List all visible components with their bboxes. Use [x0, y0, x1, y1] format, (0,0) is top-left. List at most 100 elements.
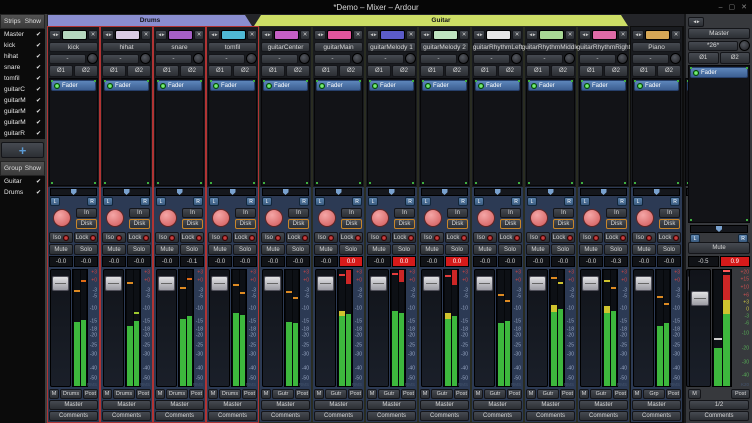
narrow-strip-icon[interactable]: ◄► [314, 30, 326, 40]
record-arm-button[interactable] [583, 209, 601, 227]
output-button[interactable]: Master [473, 400, 522, 410]
solo-lock-button[interactable]: Lock [180, 232, 204, 243]
pan-handle[interactable] [230, 189, 236, 195]
phase-invert-2-button[interactable]: Ø2 [445, 65, 469, 77]
solo-isolate-button[interactable]: Iso [579, 232, 603, 243]
midi-button[interactable]: M [579, 389, 589, 399]
sidebar-strip-row[interactable]: tomfil✔ [0, 73, 45, 84]
group-visible-checkbox[interactable]: ✔ [36, 189, 41, 196]
fader-handle[interactable] [52, 276, 69, 291]
solo-button[interactable]: Solo [286, 244, 310, 255]
fader-handle[interactable] [317, 276, 334, 291]
metering-point-button[interactable]: Post [731, 389, 750, 399]
track-name-button[interactable]: tomfil [208, 42, 257, 52]
narrow-strip-icon[interactable]: ◄► [473, 30, 485, 40]
fader[interactable] [209, 269, 230, 387]
strip-visible-checkbox[interactable]: ✔ [36, 53, 41, 60]
processor-box[interactable]: Fader [261, 78, 310, 186]
phase-invert-2-button[interactable]: Ø2 [498, 65, 522, 77]
input-button[interactable]: - [632, 54, 669, 64]
record-arm-button[interactable] [636, 209, 654, 227]
metering-point-button[interactable]: Post [507, 389, 522, 399]
solo-lock-button[interactable]: Lock [74, 232, 98, 243]
fader-processor-entry[interactable]: Fader [634, 80, 679, 91]
phase-invert-1-button[interactable]: Ø1 [261, 65, 285, 77]
processor-box[interactable]: Fader [526, 78, 575, 186]
fader-handle[interactable] [582, 276, 599, 291]
minimize-icon[interactable]: – [719, 4, 723, 11]
pan-track[interactable] [103, 188, 150, 196]
monitor-input-button[interactable]: In [235, 208, 256, 218]
group-button[interactable]: Gutr [590, 389, 612, 399]
fader-processor-entry[interactable]: Fader [51, 80, 96, 91]
monitor-disk-button[interactable]: Disk [659, 219, 680, 229]
phase-invert-1-button[interactable]: Ø1 [314, 65, 338, 77]
monitor-input-button[interactable]: In [606, 208, 627, 218]
close-strip-icon[interactable]: ✕ [671, 30, 681, 40]
solo-lock-button[interactable]: Lock [392, 232, 416, 243]
peak-display[interactable]: 0.0 [445, 256, 469, 267]
processor-active-led[interactable] [266, 83, 272, 89]
master-input-button[interactable]: *26* [688, 41, 738, 51]
mute-button[interactable]: Mute [526, 244, 550, 255]
pan-handle[interactable] [548, 189, 554, 195]
pan-track[interactable] [262, 188, 309, 196]
track-color-chip[interactable] [327, 30, 352, 40]
phase-invert-1-button[interactable]: Ø1 [155, 65, 179, 77]
monitor-disk-button[interactable]: Disk [553, 219, 574, 229]
processor-active-led[interactable] [531, 83, 537, 89]
solo-lock-button[interactable]: Lock [445, 232, 469, 243]
track-name-button[interactable]: guitarCenter [261, 42, 310, 52]
phase-invert-2-button[interactable]: Ø2 [74, 65, 98, 77]
track-name-button[interactable]: guitarMelody 2 [420, 42, 469, 52]
sidebar-strip-row[interactable]: guitarM✔ [0, 106, 45, 117]
processor-active-led[interactable] [425, 83, 431, 89]
mute-button[interactable]: Mute [632, 244, 656, 255]
fader-processor-entry[interactable]: Fader [475, 80, 520, 91]
processor-box[interactable]: Fader [473, 78, 522, 186]
peak-display[interactable]: -0.0 [286, 256, 310, 267]
mute-button[interactable]: Mute [420, 244, 444, 255]
fader[interactable] [633, 269, 654, 387]
midi-button[interactable]: M [208, 389, 218, 399]
mute-button[interactable]: Mute [473, 244, 497, 255]
processor-box[interactable]: Fader [49, 78, 98, 186]
trim-knob[interactable] [458, 53, 469, 64]
peak-display[interactable]: -0.3 [604, 256, 628, 267]
record-arm-button[interactable] [477, 209, 495, 227]
track-color-chip[interactable] [168, 30, 193, 40]
monitor-disk-button[interactable]: Disk [129, 219, 150, 229]
fader-handle[interactable] [423, 276, 440, 291]
trim-knob[interactable] [246, 53, 257, 64]
peak-display[interactable]: -0.0 [657, 256, 681, 267]
fader-processor-entry[interactable]: Fader [690, 67, 748, 78]
strip-visible-checkbox[interactable]: ✔ [36, 119, 41, 126]
narrow-strip-icon[interactable]: ◄► [49, 30, 61, 40]
fader-handle[interactable] [691, 291, 709, 306]
monitor-input-button[interactable]: In [659, 208, 680, 218]
output-button[interactable]: Master [155, 400, 204, 410]
sidebar-strip-row[interactable]: snare✔ [0, 62, 45, 73]
sidebar-strip-row[interactable]: guitarR✔ [0, 128, 45, 139]
solo-button[interactable]: Solo [339, 244, 363, 255]
pan-track[interactable] [421, 188, 468, 196]
gain-display[interactable]: -0.0 [155, 256, 179, 267]
solo-isolate-button[interactable]: Iso [367, 232, 391, 243]
output-button[interactable]: Master [49, 400, 98, 410]
group-button[interactable]: Grp [643, 389, 665, 399]
pan-track[interactable] [690, 225, 748, 233]
narrow-strip-icon[interactable]: ◄► [102, 30, 114, 40]
narrow-strip-icon[interactable]: ◄► [367, 30, 379, 40]
pan-track[interactable] [633, 188, 680, 196]
phase-invert-1-button[interactable]: Ø1 [632, 65, 656, 77]
fader-handle[interactable] [105, 276, 122, 291]
group-button[interactable]: Gutr [537, 389, 559, 399]
pan-track[interactable] [315, 188, 362, 196]
processor-active-led[interactable] [213, 83, 219, 89]
peak-display[interactable]: -0.0 [233, 256, 257, 267]
processor-box[interactable]: Fader [102, 78, 151, 186]
gain-display[interactable]: -0.0 [314, 256, 338, 267]
solo-lock-button[interactable]: Lock [551, 232, 575, 243]
track-color-chip[interactable] [645, 30, 670, 40]
monitor-disk-button[interactable]: Disk [606, 219, 627, 229]
